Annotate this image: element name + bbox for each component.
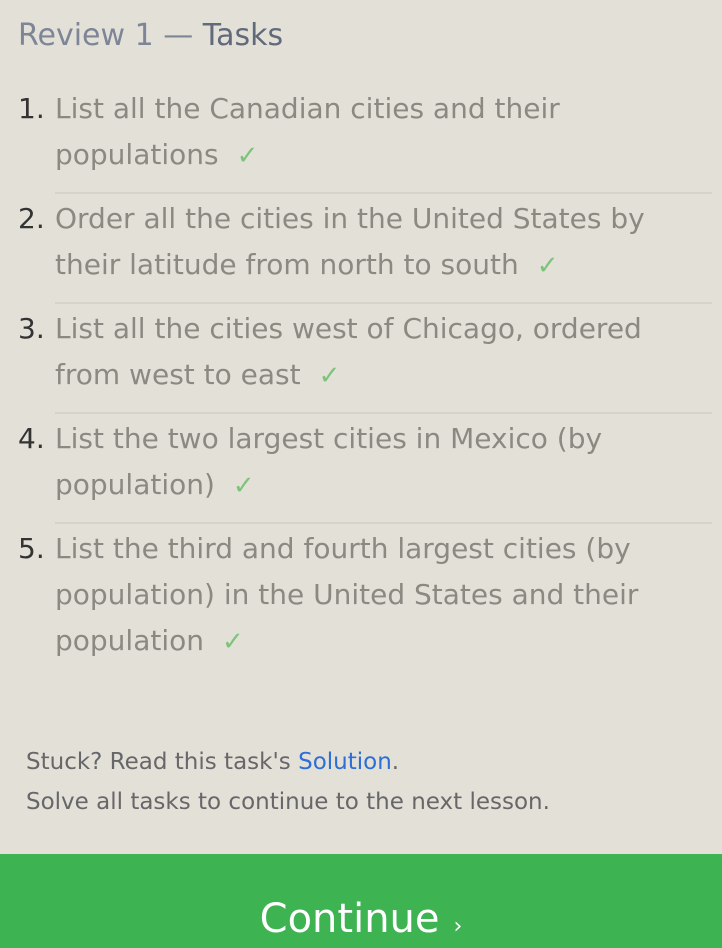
page-title: Review 1 — Tasks: [18, 14, 283, 58]
chevron-right-icon: ›: [453, 914, 463, 939]
check-icon: ✓: [536, 251, 559, 281]
task-number: 1.: [18, 92, 45, 125]
help-line-1: Stuck? Read this task's Solution.: [26, 742, 550, 782]
task-list: 1. List all the Canadian cities and thei…: [0, 84, 722, 680]
solution-link[interactable]: Solution: [298, 749, 392, 775]
task-number: 4.: [18, 422, 45, 455]
continue-button[interactable]: Continue ›: [0, 854, 722, 948]
check-icon: ✓: [232, 471, 255, 501]
task-item-1: 1. List all the Canadian cities and thei…: [0, 84, 722, 194]
check-icon: ✓: [222, 627, 244, 657]
help-suffix: .: [391, 749, 400, 775]
continue-label: Continue: [259, 896, 440, 942]
help-prefix: Stuck? Read this task's: [26, 749, 299, 775]
task-text: List the third and fourth largest cities…: [55, 532, 639, 657]
help-text: Stuck? Read this task's Solution. Solve …: [26, 742, 550, 822]
task-number: 5.: [18, 532, 45, 565]
tasks-title: Tasks: [202, 18, 284, 53]
title-separator: —: [163, 18, 194, 53]
help-line-2: Solve all tasks to continue to the next …: [26, 789, 550, 815]
task-item-2: 2. Order all the cities in the United St…: [0, 194, 722, 304]
task-item-5: 5. List the third and fourth largest cit…: [0, 524, 722, 680]
task-item-3: 3. List all the cities west of Chicago, …: [0, 304, 722, 414]
task-text: List the two largest cities in Mexico (b…: [55, 422, 603, 501]
review-title: Review 1: [18, 18, 154, 53]
task-number: 3.: [18, 312, 45, 345]
check-icon: ✓: [318, 361, 341, 391]
task-item-4: 4. List the two largest cities in Mexico…: [0, 414, 722, 524]
task-text: List all the Canadian cities and their p…: [55, 92, 560, 171]
task-text: List all the cities west of Chicago, ord…: [55, 312, 642, 391]
task-number: 2.: [18, 202, 45, 235]
check-icon: ✓: [236, 141, 259, 171]
